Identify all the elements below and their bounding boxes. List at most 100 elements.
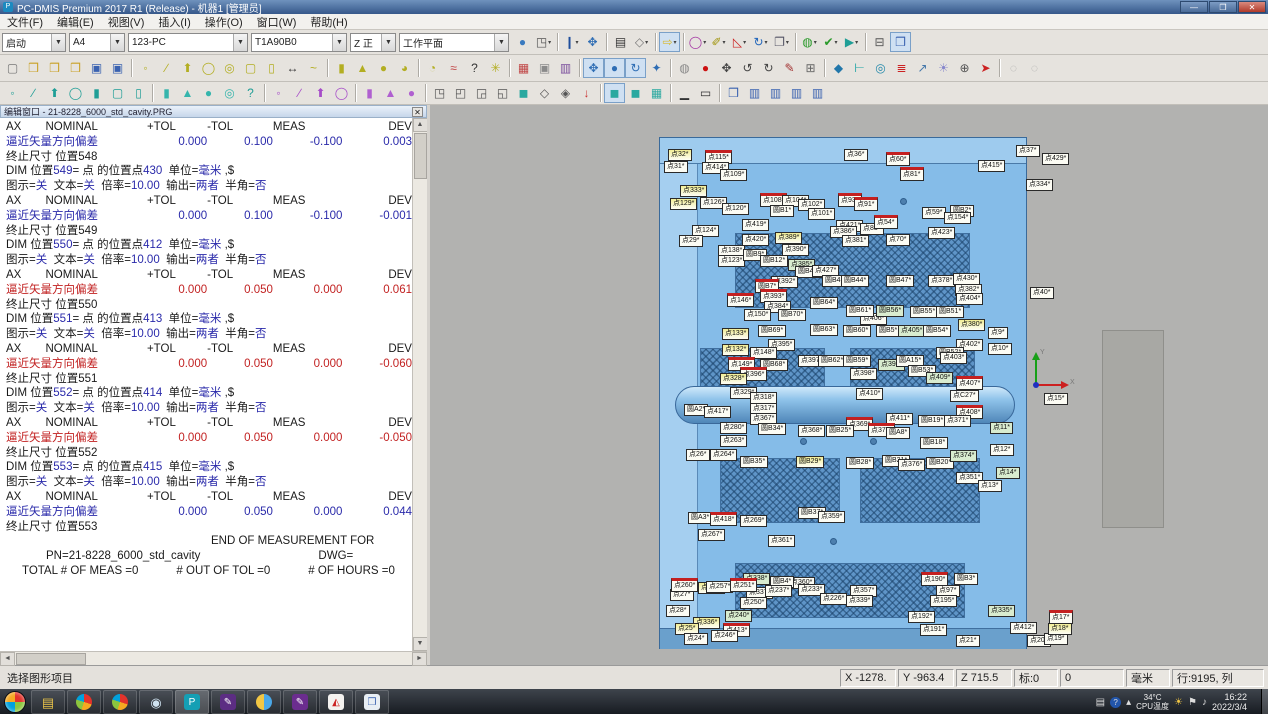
measurement-label[interactable]: 点226* — [820, 593, 847, 605]
measurement-label[interactable]: 点31* — [664, 161, 688, 173]
chevron-down-icon[interactable]: ▼ — [494, 34, 508, 51]
graphic-grid-icon[interactable]: ▦ — [646, 83, 667, 103]
measured-plane-icon[interactable]: ⬆ — [177, 58, 198, 78]
graphic-ruler-icon[interactable]: ⊞ — [800, 58, 821, 78]
measurement-label[interactable]: 点429* — [1042, 153, 1069, 165]
measurement-label[interactable]: 点133* — [722, 328, 749, 340]
measurement-label[interactable]: 点378* — [928, 275, 955, 287]
paper-size-combo[interactable]: A4▼ — [69, 33, 125, 52]
view-cube-wire-icon[interactable]: ◇ — [534, 83, 555, 103]
gdt-symbol-icon[interactable]: ◯▾ — [687, 32, 708, 52]
chevron-down-icon[interactable]: ▾ — [743, 39, 746, 46]
view-iso-icon[interactable]: ◳ — [429, 83, 450, 103]
new-file-icon[interactable]: ▢ — [2, 58, 23, 78]
measurement-label[interactable]: 点418* — [710, 512, 737, 526]
measured-cylinder-icon[interactable]: ▮ — [331, 58, 352, 78]
measurement-label[interactable]: 点409* — [926, 372, 953, 384]
auto-circle-icon[interactable]: ◯ — [65, 83, 86, 103]
horizontal-scrollbar[interactable]: ◄ ► — [0, 651, 427, 665]
measurement-label[interactable]: 点11* — [990, 422, 1013, 434]
tray-expand-icon[interactable]: ▴ — [1126, 697, 1131, 708]
chevron-down-icon[interactable]: ▼ — [233, 34, 247, 51]
measurement-label[interactable]: 点389* — [775, 232, 802, 244]
measurement-label[interactable]: 点37* — [1016, 145, 1040, 157]
graphics-view[interactable]: 点32*点115*点31*点414*点109*点36*点60*点81*点37*点… — [430, 105, 1268, 665]
report-template-icon[interactable]: ▥ — [555, 58, 576, 78]
measurement-label[interactable]: 圆B12* — [760, 255, 788, 267]
measurement-label[interactable]: 圆B56* — [876, 305, 904, 317]
measurement-label[interactable]: 圆A8* — [886, 427, 910, 439]
show-desktop-button[interactable] — [1261, 689, 1268, 714]
measurement-label[interactable]: 点280* — [720, 422, 747, 434]
measurement-label[interactable]: 点263* — [720, 435, 747, 447]
rotate-2d-icon[interactable]: ↺ — [737, 58, 758, 78]
keyboard-tray-icon[interactable]: ▤ — [1096, 697, 1105, 708]
restore-button[interactable]: ❐ — [1209, 1, 1237, 13]
constructed-cylinder-icon[interactable]: ▮ — [359, 83, 380, 103]
chevron-down-icon[interactable]: ▾ — [576, 39, 579, 46]
measurement-label[interactable]: 点192* — [908, 611, 935, 623]
measurement-label[interactable]: 圆B69* — [758, 325, 786, 337]
copy-pages-icon[interactable]: ❐▾ — [771, 32, 792, 52]
measurement-label[interactable]: 点405* — [898, 325, 925, 337]
workplane-combo[interactable]: 工作平面▼ — [399, 33, 509, 52]
pan-view-icon[interactable]: ✥ — [583, 58, 604, 78]
chevron-down-icon[interactable]: ▼ — [110, 34, 124, 51]
measurement-label[interactable]: 点91* — [854, 197, 878, 211]
taskbar-item-chrome[interactable] — [103, 690, 137, 714]
measured-round-slot-icon[interactable]: ▢ — [240, 58, 261, 78]
measurement-label[interactable]: 点54* — [874, 215, 898, 229]
light-bulb-icon[interactable]: ☀ — [933, 58, 954, 78]
jump-arrow-icon[interactable]: ⇨▾ — [659, 32, 680, 52]
menu-item-操作O[interactable]: 操作(O) — [198, 14, 250, 29]
taskbar-item-pc-dmis[interactable]: P — [175, 690, 209, 714]
probe-toolbox-icon[interactable]: ⊟ — [869, 32, 890, 52]
taskbar-item-corel-draw[interactable]: ✎ — [211, 690, 245, 714]
measurement-label[interactable]: 圆B18* — [920, 437, 948, 449]
measured-torus-icon[interactable]: ◕ — [394, 58, 415, 78]
measurement-label[interactable]: 圆B28* — [846, 457, 874, 469]
measurement-label[interactable]: 圆B55* — [910, 306, 938, 318]
measurement-label[interactable]: 点415* — [978, 160, 1005, 172]
measurement-label[interactable]: 点C27* — [950, 390, 979, 402]
measurement-label[interactable]: 圆B64* — [810, 297, 838, 309]
measurement-label[interactable]: 点398* — [850, 368, 877, 380]
restore-editor-icon[interactable]: ▭ — [695, 83, 716, 103]
measurement-label[interactable]: 点15* — [1044, 393, 1068, 405]
measurement-label[interactable]: 点36* — [844, 149, 868, 161]
scroll-up-icon[interactable]: ▲ — [413, 118, 428, 132]
disabled-probe-icon[interactable]: ◌ — [1024, 58, 1045, 78]
measurement-label[interactable]: 圆B1* — [770, 205, 794, 217]
chevron-down-icon[interactable]: ▾ — [855, 39, 858, 46]
chevron-down-icon[interactable]: ▾ — [674, 39, 677, 46]
cad-solid-icon[interactable]: ◆ — [828, 58, 849, 78]
horizontal-scroll-thumb[interactable] — [16, 653, 86, 665]
measurement-label[interactable]: 点368* — [798, 425, 825, 437]
measurement-label[interactable]: 点371* — [944, 415, 971, 427]
camera-capture-icon[interactable]: ◎ — [870, 58, 891, 78]
vector-arrows-icon[interactable]: ↗ — [912, 58, 933, 78]
measurement-label[interactable]: 点120* — [722, 203, 749, 215]
red-arrow-icon[interactable]: ➤ — [975, 58, 996, 78]
auto-cylinder-icon[interactable]: ▮ — [86, 83, 107, 103]
tray-clock[interactable]: 16:22 2022/3/4 — [1212, 692, 1247, 712]
solid-cube-shaded-icon[interactable]: ◼ — [604, 83, 625, 103]
measurement-label[interactable]: 圆B35* — [740, 456, 768, 468]
alignment-combo[interactable]: 启动▼ — [2, 33, 66, 52]
window-scaling-icon[interactable]: ✥ — [582, 32, 603, 52]
cad-model-icon[interactable]: ◇▾ — [631, 32, 652, 52]
auto-line-icon[interactable]: ∕ — [23, 83, 44, 103]
chevron-down-icon[interactable]: ▾ — [723, 39, 726, 46]
guess-mode-icon[interactable]: ? — [464, 58, 485, 78]
report-window-3-icon[interactable]: ▥ — [786, 83, 807, 103]
measurement-label[interactable]: 点334* — [1026, 179, 1053, 191]
measured-point-icon[interactable]: ◦ — [135, 58, 156, 78]
measurement-label[interactable]: 点29* — [679, 235, 703, 247]
view-back-icon[interactable]: ◲ — [471, 83, 492, 103]
comment-icon[interactable]: ▤ — [610, 32, 631, 52]
probe-tip-bar-icon[interactable]: ❙▾ — [561, 32, 582, 52]
measurement-label[interactable]: 点267* — [698, 529, 725, 541]
auto-torus-icon[interactable]: ◎ — [219, 83, 240, 103]
chevron-down-icon[interactable]: ▾ — [645, 39, 648, 46]
view-filled-icon[interactable]: ◼ — [513, 83, 534, 103]
